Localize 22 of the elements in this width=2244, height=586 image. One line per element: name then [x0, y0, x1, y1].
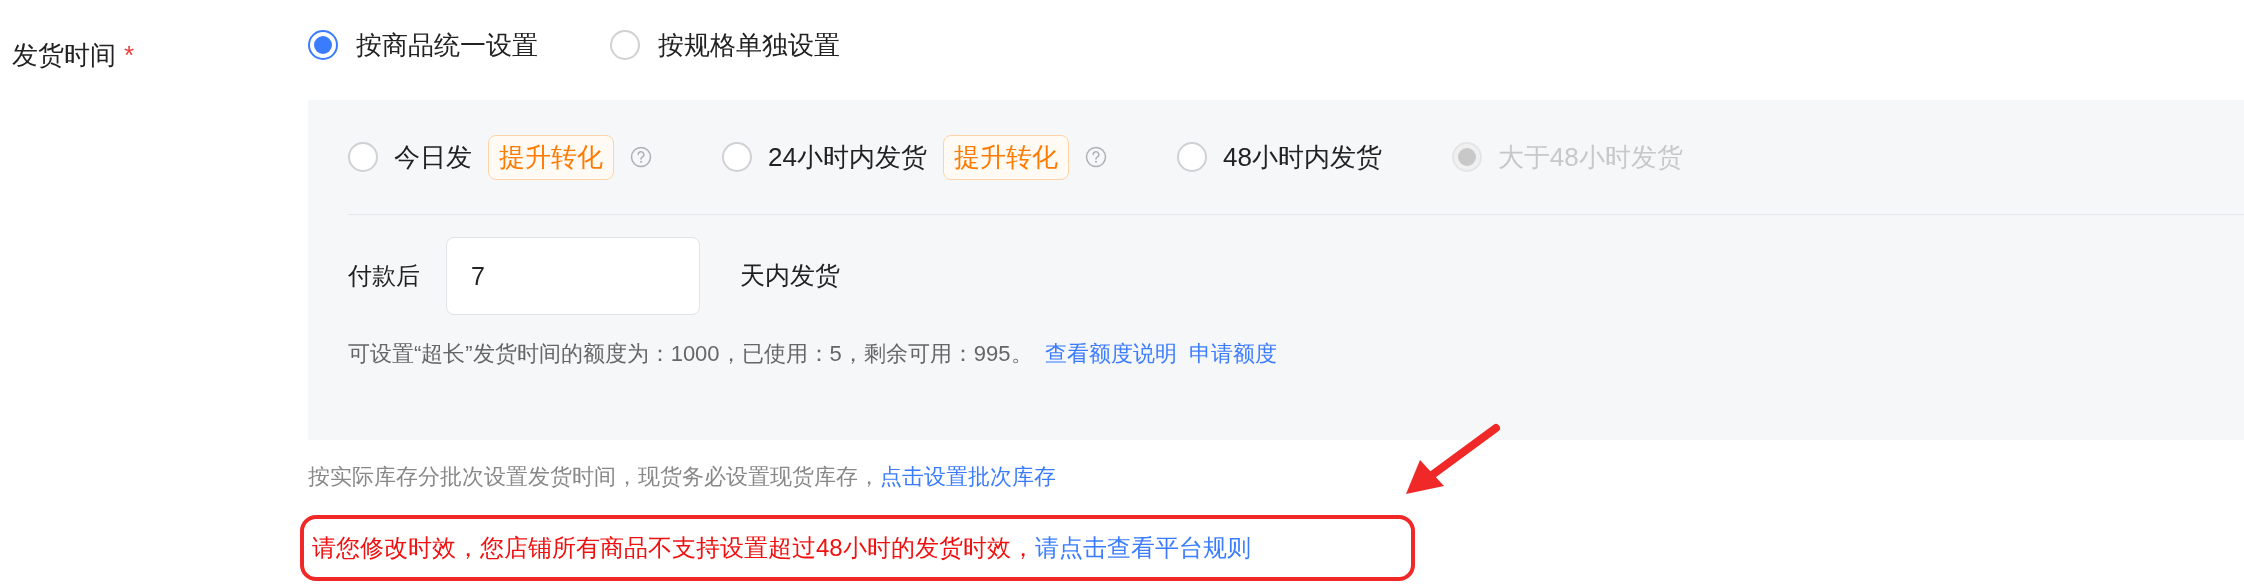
radio-label[interactable]: 今日发 — [394, 137, 472, 177]
days-prefix: 付款后 — [348, 261, 420, 291]
batch-link[interactable]: 点击设置批次库存 — [880, 460, 1056, 493]
days-input[interactable]: 7 — [446, 237, 700, 315]
radio-label[interactable]: 按规格单独设置 — [658, 25, 840, 65]
quota-link[interactable]: 查看额度说明 — [1044, 337, 1177, 370]
days-suffix: 天内发货 — [740, 260, 840, 292]
promo-badge: 提升转化 — [488, 134, 614, 180]
required-mark: * — [124, 39, 135, 72]
promo-badge: 提升转化 — [942, 134, 1069, 180]
error-message: 请您修改时效，您店铺所有商品不支持设置超过48小时的发货时效， — [312, 533, 1035, 563]
batch-hint: 按实际库存分批次设置发货时间，现货务必设置现货库存， — [308, 463, 880, 491]
quota-text: 可设置“超长”发货时间的额度为：1000，已使用：5，剩余可用：995。 — [348, 340, 1033, 368]
help-icon[interactable] — [1084, 146, 1107, 168]
field-label: 发货时间 — [12, 39, 116, 72]
help-icon[interactable] — [630, 146, 652, 168]
radio-label[interactable]: 48小时内发货 — [1222, 137, 1382, 177]
radio-button[interactable] — [308, 30, 338, 60]
quota-link[interactable]: 申请额度 — [1188, 337, 1277, 370]
radio-label[interactable]: 按商品统一设置 — [356, 25, 538, 65]
rules-link[interactable]: 请点击查看平台规则 — [1034, 530, 1251, 566]
radio-label[interactable]: 24小时内发货 — [768, 137, 927, 177]
